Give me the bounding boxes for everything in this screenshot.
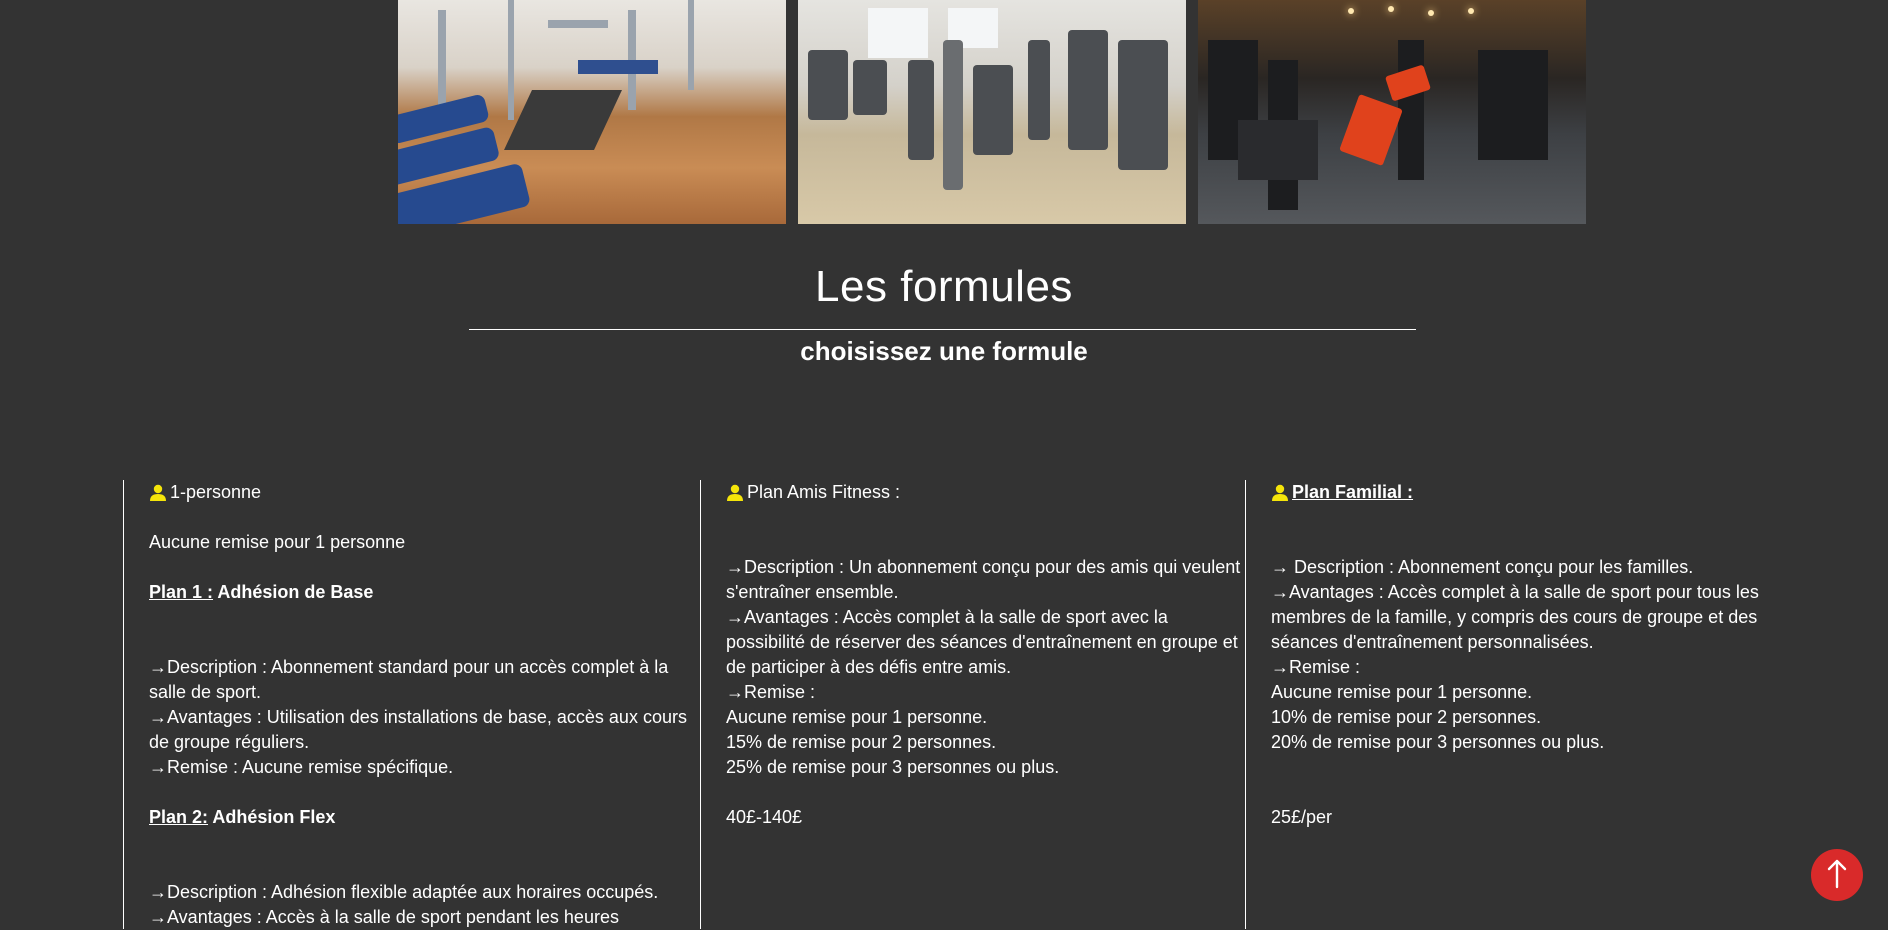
title-divider: [469, 329, 1416, 330]
discount-line: 15% de remise pour 2 personnes.: [726, 732, 997, 752]
discount-line: 20% de remise pour 3 personnes ou plus.: [1271, 732, 1605, 752]
gym-photo-strength: [398, 0, 786, 224]
plan-title: Plan 1 : Adhésion de Base: [149, 580, 701, 605]
discount-line: 10% de remise pour 2 personnes.: [1271, 707, 1542, 727]
plan-price: 40£-140£: [726, 807, 803, 827]
plan-prefix: Plan 1 :: [149, 582, 214, 602]
column-heading-label: Plan Familial :: [1292, 482, 1414, 502]
photo-gallery: [398, 0, 1586, 224]
plan-discount: →Remise : Aucune remise spécifique.: [149, 757, 454, 777]
plan-advantages: →Avantages : Accès complet à la salle de…: [1271, 582, 1759, 652]
plan-column-solo: 1-personne Aucune remise pour 1 personne…: [123, 480, 701, 929]
page-title: Les formules: [815, 262, 1073, 311]
discount-note: Aucune remise pour 1 personne: [149, 532, 406, 552]
plan-discount-label: →Remise :: [1271, 657, 1361, 677]
plan-advantages: →Avantages : Accès à la salle de sport p…: [149, 907, 619, 927]
column-heading: Plan Amis Fitness :: [726, 480, 1245, 505]
plan-column-friends: Plan Amis Fitness : →Description : Un ab…: [700, 480, 1245, 929]
column-heading-label: 1-personne: [170, 482, 262, 502]
user-icon: [1271, 484, 1289, 502]
plan-column-family: Plan Familial : → Description : Abonneme…: [1245, 480, 1805, 929]
plan-advantages: →Avantages : Utilisation des installatio…: [149, 707, 687, 752]
discount-line: Aucune remise pour 1 personne.: [726, 707, 988, 727]
user-icon: [149, 484, 167, 502]
plan-advantages: →Avantages : Accès complet à la salle de…: [726, 607, 1238, 677]
plan-description: →Description : Un abonnement conçu pour …: [726, 557, 1241, 602]
plan-description: →Description : Abonnement standard pour …: [149, 657, 669, 702]
plan-description: → Description : Abonnement conçu pour le…: [1271, 557, 1694, 577]
plan-description: →Description : Adhésion flexible adaptée…: [149, 882, 659, 902]
column-heading: 1-personne: [149, 480, 701, 505]
column-heading-label: Plan Amis Fitness :: [747, 482, 901, 502]
page-subtitle: choisissez une formule: [800, 336, 1088, 366]
discount-line: Aucune remise pour 1 personne.: [1271, 682, 1533, 702]
column-heading: Plan Familial :: [1271, 480, 1805, 505]
plan-name: Adhésion de Base: [213, 582, 374, 602]
user-icon: [726, 484, 744, 502]
plan-discount-label: →Remise :: [726, 682, 816, 702]
scroll-to-top-button[interactable]: [1811, 849, 1863, 901]
plan-title: Plan 2: Adhésion Flex: [149, 805, 701, 830]
plan-name: Adhésion Flex: [208, 807, 336, 827]
discount-line: 25% de remise pour 3 personnes ou plus.: [726, 757, 1060, 777]
gym-photo-weights: [1198, 0, 1586, 224]
gym-photo-cardio: [798, 0, 1186, 224]
plan-prefix: Plan 2:: [149, 807, 209, 827]
arrow-up-icon: [1826, 859, 1848, 892]
plan-price: 25£/per: [1271, 807, 1333, 827]
